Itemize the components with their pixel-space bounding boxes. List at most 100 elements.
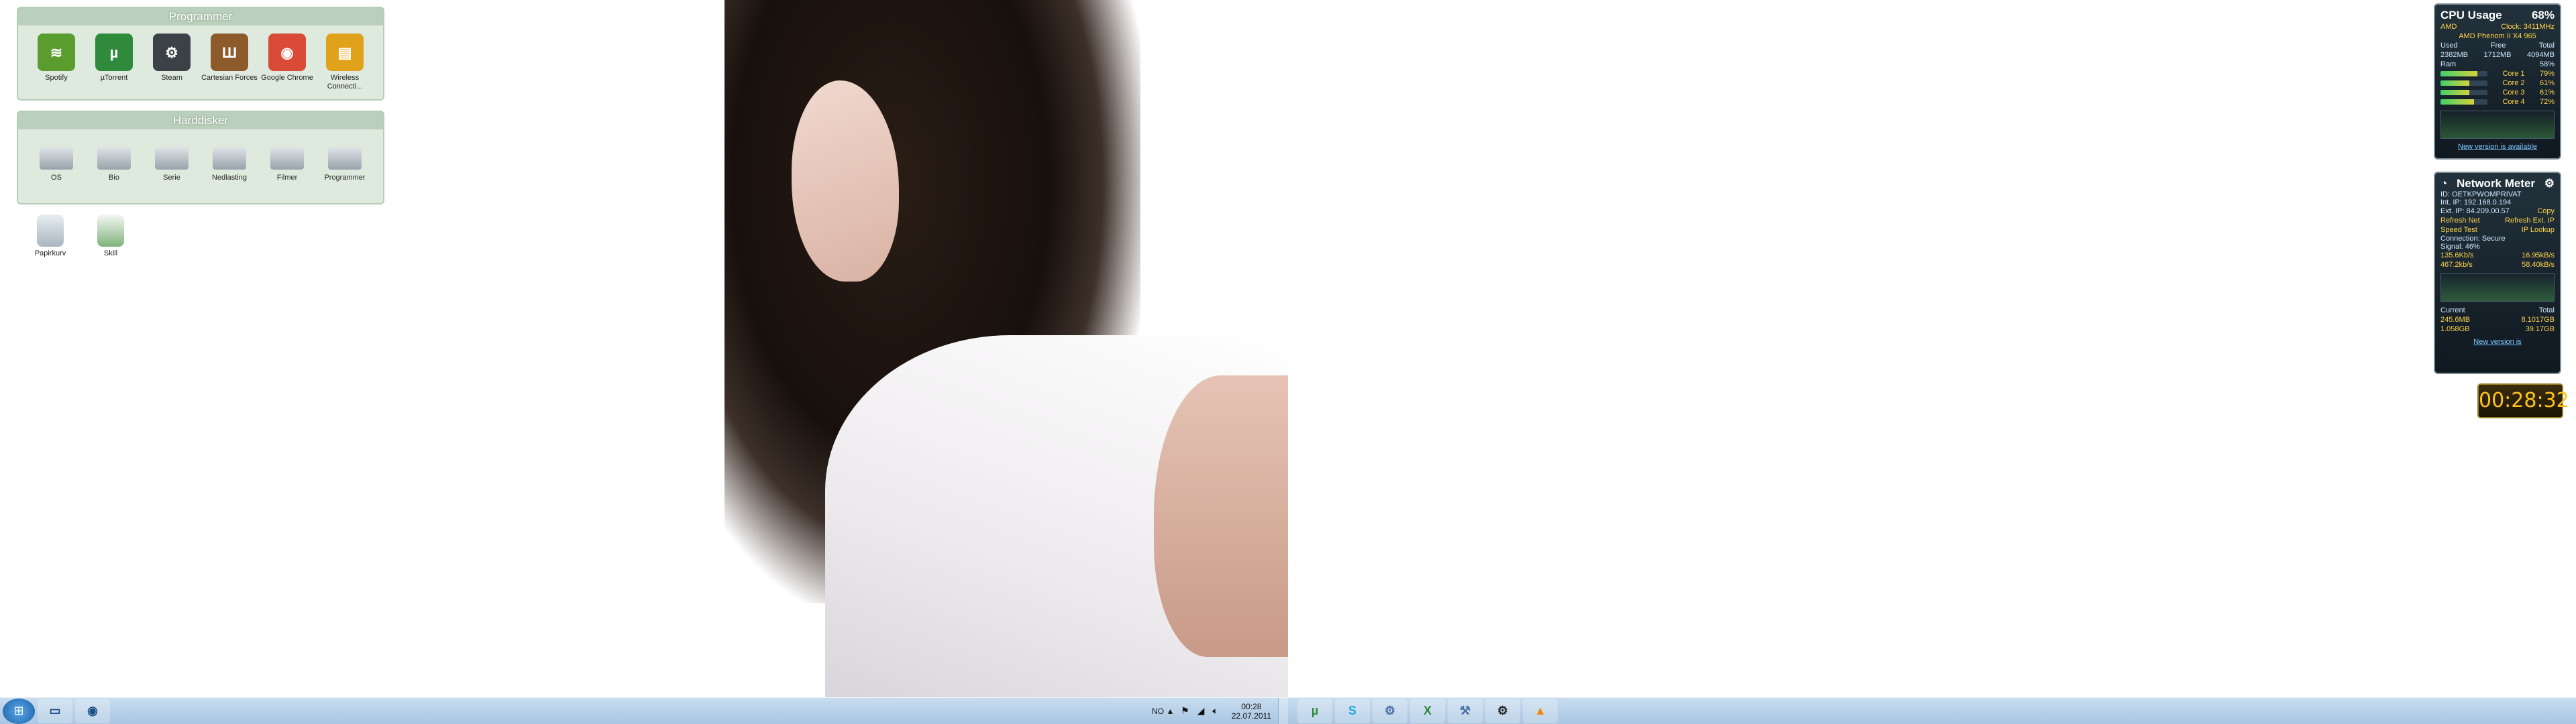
volume-icon[interactable]: 🔈︎	[1212, 705, 1218, 717]
desktop-shortcut[interactable]: ⚙ Steam	[143, 34, 201, 91]
system-tray: NO ▴ ⚑ ◢ 🔈︎ 00:28 22.07.2011	[1152, 697, 1288, 724]
spotify-icon: ≋	[38, 34, 75, 71]
network-meter-gadget[interactable]: ◔ Network Meter ⚙ ID: OETKPWOMPRIVAT Int. …	[2434, 172, 2561, 374]
settings-icon[interactable]: ⚙	[2544, 177, 2555, 190]
shortcut-label: Spotify	[45, 74, 68, 82]
core-label: Core 1	[2502, 70, 2525, 78]
taskbar-tool-button[interactable]: ⚒	[1448, 699, 1483, 723]
taskbar-steam-button[interactable]: ⚙	[1485, 699, 1520, 723]
taskbar-vlc-button[interactable]: ▲	[1523, 699, 1558, 723]
chevron-up-icon[interactable]: ▴	[1168, 705, 1173, 717]
wifi-icon: ◔	[2440, 177, 2448, 190]
left-monitor-desktop: Programmer ≋ Spotify µ µTorrent ⚙ Steam Ш Carte…	[0, 0, 1288, 724]
tool-icon: ⚒	[1459, 704, 1471, 717]
cpu-core-row: Core 4 72%	[2440, 97, 2555, 107]
taskbar-chrome-button[interactable]: ◉	[75, 699, 110, 723]
chrome-icon: ◉	[268, 34, 306, 71]
desktop-shortcut[interactable]: Skill	[80, 215, 141, 258]
desktop-shortcut[interactable]: Programmer	[316, 137, 374, 182]
cpu-percent: 68%	[2531, 9, 2555, 21]
drive-icon	[328, 147, 362, 170]
explorer-folder-icon: ▭	[49, 704, 61, 717]
shortcut-label: Steam	[161, 74, 182, 82]
desktop-shortcut[interactable]: Ш Cartesian Forces	[201, 34, 258, 91]
fence-harddisker[interactable]: Harddisker OS Bio Serie Nedlasting Filmer Pro…	[17, 111, 384, 204]
shortcut-label: Cartesian Forces	[201, 74, 258, 82]
refresh-ext-link[interactable]: Refresh Ext. IP	[2505, 216, 2555, 225]
mem-free: 1712MB	[2483, 51, 2512, 59]
core-label: Core 2	[2502, 79, 2525, 87]
taskbar-settings-button[interactable]: ⚙	[1373, 699, 1407, 723]
current-label: Current	[2440, 306, 2465, 314]
taskbar-clock[interactable]: 00:28 22.07.2011	[1232, 702, 1271, 721]
clock-gadget[interactable]: 00:28:32	[2477, 383, 2569, 418]
shortcut-label: Nedlasting	[212, 174, 247, 182]
utorrent-icon: µ	[1311, 704, 1319, 717]
action-center-flag-icon[interactable]: ⚑	[1181, 705, 1189, 717]
core-percent: 72%	[2539, 98, 2555, 106]
core-label: Core 3	[2502, 88, 2525, 97]
upload-rate: 135.6Kb/s	[2440, 251, 2474, 259]
shortcut-label: Programmer	[324, 174, 366, 182]
desktop-shortcut[interactable]: Papirkurv	[20, 215, 80, 258]
taskbar-explorer-folder-button[interactable]: ▭	[38, 699, 72, 723]
net-gadget-title: Network Meter	[2456, 177, 2536, 190]
taskbar-skype-button[interactable]: S	[1335, 699, 1370, 723]
shortcut-label: Serie	[163, 174, 180, 182]
start-button[interactable]: ⊞	[3, 698, 35, 724]
total-download: 39.17GB	[2525, 325, 2555, 333]
desktop-shortcut[interactable]: Nedlasting	[201, 137, 258, 182]
recycle-bin-icon	[37, 215, 64, 247]
cpu-new-version-link[interactable]: New version is available	[2440, 143, 2555, 151]
fence-programmer[interactable]: Programmer ≋ Spotify µ µTorrent ⚙ Steam Ш Carte…	[17, 7, 384, 101]
current-upload: 245.6MB	[2440, 316, 2471, 324]
excel-icon: X	[1423, 704, 1432, 717]
shortcut-label: OS	[51, 174, 62, 182]
speed-test-link[interactable]: Speed Test	[2440, 225, 2477, 235]
cpu-usage-gadget[interactable]: CPU Usage 68% AMD Clock: 3411MHz AMD Pheno…	[2434, 3, 2561, 160]
desktop-shortcut[interactable]: OS	[28, 137, 85, 182]
show-desktop-button[interactable]	[1278, 697, 1288, 724]
taskbar-utorrent-button[interactable]: µ	[1297, 699, 1332, 723]
taskbar-right: µ S ⚙ X ⚒ ⚙ ▲	[1288, 697, 2576, 724]
cpu-clock: Clock: 3411MHz	[2501, 23, 2555, 31]
shortcut-label: Google Chrome	[261, 74, 313, 82]
refresh-net-link[interactable]: Refresh Net	[2440, 216, 2480, 225]
cpu-brand: AMD	[2440, 23, 2457, 31]
desktop-shortcut[interactable]: Serie	[143, 137, 201, 182]
dlink-icon: ▤	[326, 34, 364, 71]
desktop-shortcut[interactable]: µ µTorrent	[85, 34, 143, 91]
total-upload: 8.1017GB	[2521, 316, 2555, 324]
language-indicator[interactable]: NO	[1152, 707, 1164, 716]
desktop-shortcut[interactable]: ◉ Google Chrome	[258, 34, 316, 91]
desktop-shortcut[interactable]: ≋ Spotify	[28, 34, 85, 91]
right-monitor-desktop: µ S ⚙ X ⚒ ⚙ ▲	[1288, 0, 2576, 724]
drive-icon	[270, 147, 304, 170]
cpu-history-graph	[2440, 111, 2555, 139]
download-rate-bytes: 58.40kB/s	[2522, 261, 2555, 269]
game-icon: Ш	[211, 34, 248, 71]
shortcut-label: Wireless Connecti...	[327, 74, 363, 90]
network-history-graph	[2440, 274, 2555, 302]
copy-link[interactable]: Copy	[2537, 206, 2555, 216]
ip-lookup-link[interactable]: IP Lookup	[2522, 225, 2555, 235]
fence-title: Harddisker	[18, 112, 383, 129]
shortcut-label: Bio	[109, 174, 119, 182]
cpu-core-row: Core 2 61%	[2440, 78, 2555, 88]
taskbar-excel-button[interactable]: X	[1410, 699, 1445, 723]
net-id: ID: OETKPWOMPRIVAT	[2440, 190, 2522, 198]
mem-used: 2382MB	[2440, 51, 2468, 59]
desktop-shortcut[interactable]: ▤ Wireless Connecti...	[316, 34, 374, 91]
desktop-shortcut[interactable]: Filmer	[258, 137, 316, 182]
clock-time: 00:28	[1241, 701, 1262, 711]
ram-label: Ram	[2440, 60, 2457, 68]
drive-icon	[40, 147, 73, 170]
wallpaper-shoulder	[1154, 375, 1288, 657]
drive-icon	[97, 147, 131, 170]
clock-date: 22.07.2011	[1231, 711, 1271, 721]
desktop-shortcut[interactable]: Bio	[85, 137, 143, 182]
cpu-model: AMD Phenom II X4 965	[2459, 32, 2536, 40]
net-new-version-link[interactable]: New version is	[2440, 338, 2555, 346]
network-icon[interactable]: ◢	[1197, 705, 1205, 717]
current-download: 1.058GB	[2440, 325, 2470, 333]
